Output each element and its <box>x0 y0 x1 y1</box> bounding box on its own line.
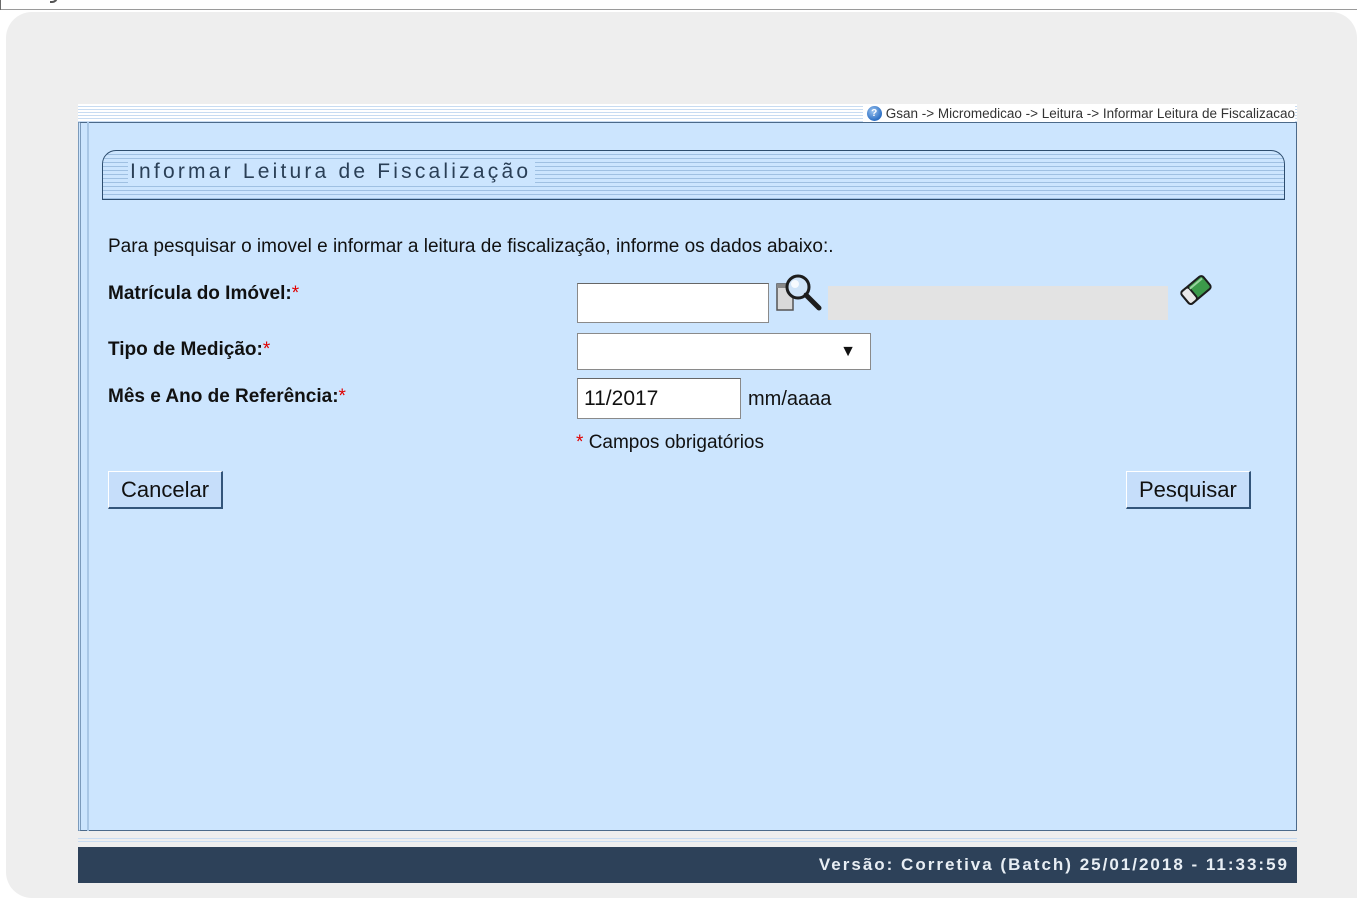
cancel-button[interactable]: Cancelar <box>108 471 224 509</box>
tipo-medicao-label: Tipo de Medição:* <box>108 339 270 361</box>
matricula-label: Matrícula do Imóvel:* <box>108 283 299 305</box>
eraser-icon[interactable] <box>1176 270 1216 310</box>
help-icon[interactable]: ? <box>866 105 882 121</box>
tipo-medicao-select[interactable]: ▼ <box>577 333 871 370</box>
clipped-glyph <box>50 0 58 3</box>
matricula-label-text: Matrícula do Imóvel: <box>108 283 292 304</box>
date-format-hint: mm/aaaa <box>748 388 832 410</box>
main-panel <box>78 122 1297 831</box>
required-note-text: Campos obrigatórios <box>588 432 764 453</box>
required-mark: * <box>262 339 271 360</box>
search-icon[interactable] <box>774 272 824 314</box>
matricula-input[interactable] <box>577 283 769 323</box>
imovel-description-field <box>828 286 1168 320</box>
required-note: * Campos obrigatórios <box>576 432 764 454</box>
mes-ano-input[interactable] <box>577 378 741 419</box>
page-title: Informar Leitura de Fiscalização <box>128 160 536 184</box>
required-mark: * <box>576 432 584 453</box>
mes-ano-label-text: Mês e Ano de Referência: <box>108 386 339 407</box>
tipo-medicao-label-text: Tipo de Medição: <box>108 339 263 360</box>
required-mark: * <box>291 283 300 304</box>
search-button[interactable]: Pesquisar <box>1126 471 1251 509</box>
breadcrumb: ? Gsan -> Micromedicao -> Leitura -> Inf… <box>862 104 1295 122</box>
chevron-down-icon: ▼ <box>840 343 856 360</box>
window-edge <box>0 0 1 10</box>
version-footer: Versão: Corretiva (Batch) 25/01/2018 - 1… <box>78 847 1297 883</box>
required-mark: * <box>338 386 346 407</box>
mes-ano-label: Mês e Ano de Referência:* <box>108 386 346 408</box>
breadcrumb-path: Gsan -> Micromedicao -> Leitura -> Infor… <box>885 105 1295 121</box>
footer-rule <box>78 838 1297 842</box>
top-window-strip <box>0 0 1357 10</box>
intro-text: Para pesquisar o imovel e informar a lei… <box>108 236 834 257</box>
